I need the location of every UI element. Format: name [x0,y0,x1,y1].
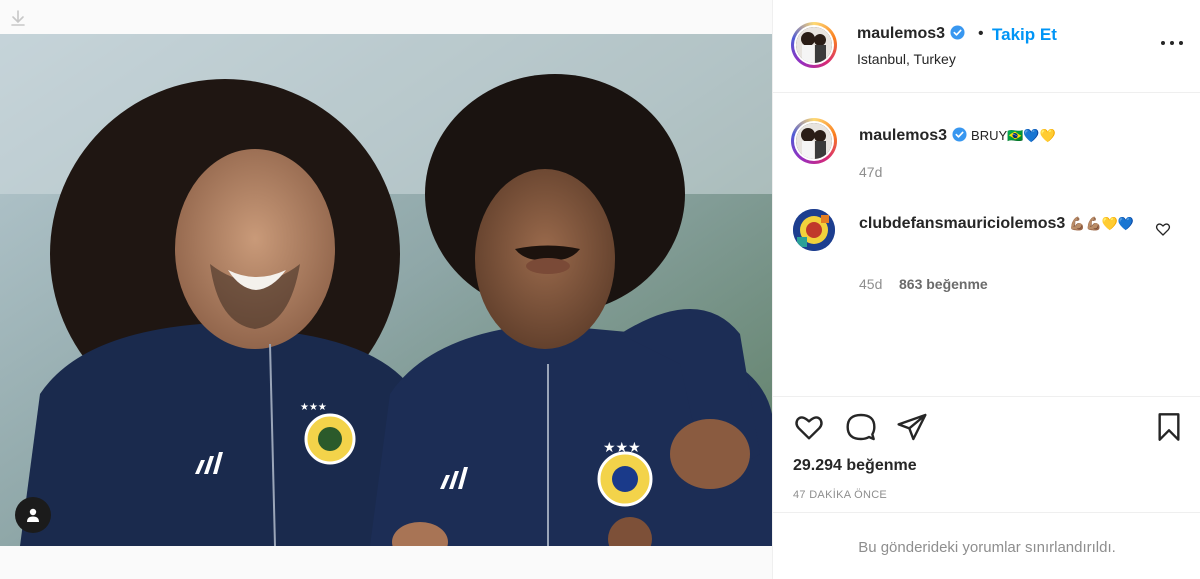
verified-badge-icon [950,25,965,40]
instagram-post-window: ★★★ ★★★ maulemos3 • Takip Et Istanbul, T… [0,0,1200,579]
caption: maulemos3 BRUY🇧🇷💙💛 [859,127,1056,145]
bookmark-icon[interactable] [1153,411,1185,443]
author-username-text[interactable]: maulemos3 [857,25,945,42]
likes-count[interactable]: 29.294 beğenme [793,457,917,475]
post-location[interactable]: Istanbul, Turkey [857,51,956,67]
comment-likes[interactable]: 863 beğenme [899,276,988,292]
follow-button[interactable]: Takip Et [992,25,1057,45]
caption-author-avatar[interactable] [791,118,837,164]
post-side-panel: maulemos3 • Takip Et Istanbul, Turkey ma… [772,0,1200,579]
comment: clubdefansmauriciolemos3 💪🏽💪🏽💛💙 [859,215,1149,233]
commenter-avatar[interactable] [793,209,835,251]
download-icon[interactable] [9,9,27,27]
comment-like-heart-icon[interactable] [1155,221,1171,237]
media-bottom-bar [0,546,772,579]
user-tag-icon [27,508,39,522]
restricted-message: Bu gönderideki yorumlar sınırlandırıldı. [858,539,1116,556]
caption-time[interactable]: 47d [859,164,882,180]
caption-username[interactable]: maulemos3 [859,127,947,144]
svg-text:★★★: ★★★ [603,440,641,456]
post-header: maulemos3 • Takip Et Istanbul, Turkey [773,0,1200,93]
media-top-bar [0,0,772,34]
post-photo[interactable]: ★★★ ★★★ [0,34,772,546]
comment-username[interactable]: clubdefansmauriciolemos3 [859,215,1065,232]
comment-time[interactable]: 45d [859,276,882,292]
comment-restricted-footer: Bu gönderideki yorumlar sınırlandırıldı. [773,512,1200,579]
comment-text: 💪🏽💪🏽💛💙 [1069,216,1135,231]
verified-badge-icon [952,127,967,142]
post-timestamp[interactable]: 47 DAKİKA ÖNCE [793,489,887,501]
user-tag-button[interactable] [15,497,51,533]
author-username[interactable]: maulemos3 [857,25,965,43]
comments-section: maulemos3 BRUY🇧🇷💙💛 47d clubdefansmaurici… [773,93,1200,396]
post-actions: 29.294 beğenme 47 DAKİKA ÖNCE [773,396,1200,512]
caption-text: BRUY🇧🇷💙💛 [971,128,1056,143]
header-separator: • [978,25,984,42]
heart-icon[interactable] [793,411,825,443]
svg-text:★★★: ★★★ [300,402,327,413]
share-icon[interactable] [896,411,928,443]
more-options-icon[interactable] [1161,36,1183,50]
author-avatar[interactable] [791,22,837,68]
comment-icon[interactable] [845,411,877,443]
